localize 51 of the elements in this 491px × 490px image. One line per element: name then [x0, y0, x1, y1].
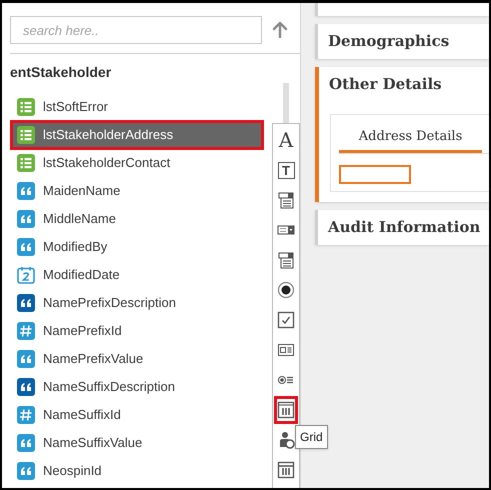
quote-icon	[17, 350, 35, 368]
quote-icon	[17, 434, 35, 452]
card-icon	[277, 341, 295, 359]
field-item[interactable]: NameSuffixDescription	[10, 373, 264, 401]
field-item[interactable]: lstStakeholderContact	[10, 149, 264, 177]
hash-icon	[17, 322, 35, 340]
list-icon	[17, 154, 35, 172]
field-item[interactable]: NeospinId	[10, 457, 264, 485]
list-icon	[17, 98, 35, 116]
radio-icon	[277, 281, 295, 299]
tooltip: Grid	[295, 425, 328, 449]
section-card[interactable]: Other Details Address Details	[315, 67, 489, 202]
input-field[interactable]	[339, 164, 411, 184]
entity-title: entStakeholder	[10, 63, 112, 81]
field-item[interactable]: lstSoftError	[10, 93, 264, 121]
textbox-tool-button[interactable]: T	[274, 156, 298, 184]
section-card[interactable]: Audit Information	[315, 210, 489, 245]
text-tool-button[interactable]: A	[274, 126, 298, 154]
person-gear-icon	[277, 431, 295, 449]
table-icon	[277, 461, 295, 479]
section-title: Audit Information	[326, 217, 482, 238]
field-item[interactable]: NamePrefixDescription	[10, 289, 264, 317]
quote-icon	[17, 238, 35, 256]
scroll-track[interactable]	[283, 83, 289, 123]
quote-icon	[17, 462, 35, 480]
checkbox-icon	[277, 311, 295, 329]
field-item[interactable]: lstStakeholderAddress	[10, 120, 264, 150]
tab[interactable]: Address Details	[339, 127, 482, 152]
field-item[interactable]: MaidenName	[10, 177, 264, 205]
field-item[interactable]: NameSuffixValue	[10, 429, 264, 457]
list-icon	[17, 126, 35, 144]
search-field[interactable]: search here..	[10, 16, 262, 44]
field-item[interactable]: NamePrefixId	[10, 317, 264, 345]
quote-icon	[17, 210, 35, 228]
field-item[interactable]: MiddleName	[10, 205, 264, 233]
field-item[interactable]: NamePrefixValue	[10, 345, 264, 373]
section-card[interactable]: Demographics	[315, 24, 489, 59]
hash-icon	[17, 406, 35, 424]
dropdown-list-icon	[277, 251, 295, 269]
quote-icon	[17, 182, 35, 200]
section-title: Demographics	[327, 31, 450, 52]
calendar-icon	[17, 266, 35, 284]
field-item[interactable]: ModifiedDate	[10, 261, 264, 289]
dropdown-list-icon	[277, 191, 295, 209]
up-arrow-icon[interactable]	[273, 22, 287, 38]
field-item[interactable]: ModifiedBy	[10, 233, 264, 261]
section-title: Other Details	[328, 74, 443, 96]
quote-icon	[17, 378, 35, 396]
field-item[interactable]: NameSuffixId	[10, 401, 264, 429]
grid-icon	[277, 401, 295, 419]
quote-icon	[17, 294, 35, 312]
